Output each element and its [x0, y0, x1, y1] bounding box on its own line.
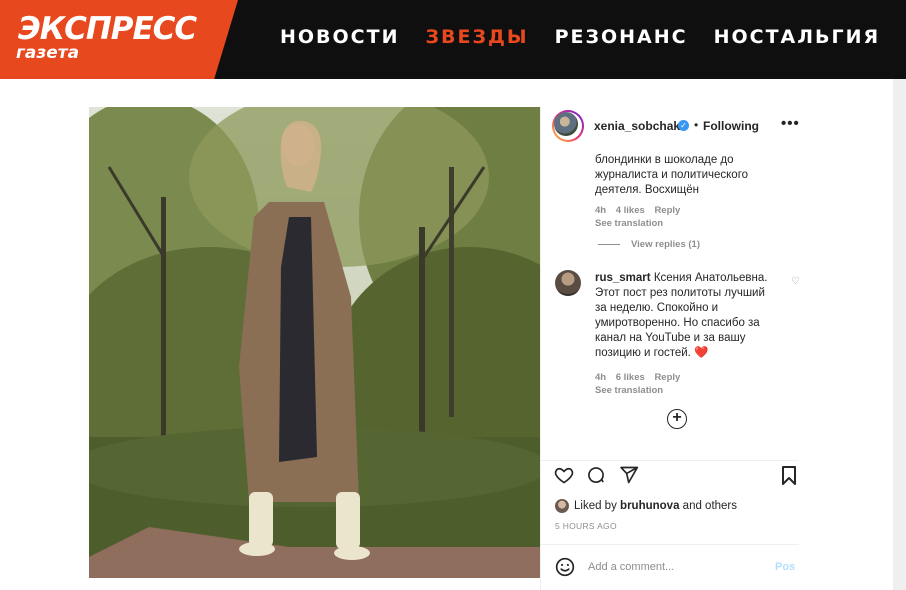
site-header: ЭКСПРЕСС газета НОВОСТИ ЗВЕЗДЫ РЕЗОНАНС …: [0, 0, 906, 79]
post-photo-illustration: [89, 107, 540, 578]
comment-meta: 4h 6 likes Reply: [595, 372, 687, 383]
nav-item-news[interactable]: НОВОСТИ: [280, 28, 400, 47]
heart-emoji-icon: ❤️: [694, 347, 709, 359]
post-timestamp[interactable]: 5 HOURS AGO: [555, 521, 617, 531]
commenter-username[interactable]: rus_smart: [595, 272, 651, 284]
avatar-image: [554, 112, 578, 136]
instagram-embed: xenia_sobchak ✓ • Following ••• блондинк…: [89, 107, 799, 590]
following-button[interactable]: Following: [703, 119, 759, 133]
comment-icon[interactable]: [586, 465, 606, 490]
divider: [541, 544, 799, 545]
replies-divider: [598, 244, 620, 245]
comment-like-icon[interactable]: ♡: [791, 276, 799, 287]
divider: [541, 460, 799, 461]
post-sidebar: xenia_sobchak ✓ • Following ••• блондинк…: [540, 107, 799, 590]
post-photo[interactable]: [89, 107, 540, 578]
commenter-avatar[interactable]: [555, 270, 581, 296]
verified-badge-icon: ✓: [678, 120, 689, 131]
liked-by-text: Liked by bruhunova and others: [574, 500, 738, 512]
more-options-icon[interactable]: •••: [781, 115, 800, 132]
comment-meta: 4h 4 likes Reply: [595, 205, 687, 216]
reply-button[interactable]: Reply: [654, 205, 680, 216]
logo-sub-text: газета: [16, 43, 80, 63]
see-translation-link[interactable]: See translation: [595, 385, 663, 396]
comment-time: 4h: [595, 205, 607, 216]
post-actions: [541, 463, 799, 493]
nav-item-resonance[interactable]: РЕЗОНАНС: [555, 28, 688, 47]
comment-time: 4h: [595, 372, 607, 383]
see-translation-link[interactable]: See translation: [595, 218, 663, 229]
site-logo[interactable]: ЭКСПРЕСС газета: [0, 0, 238, 79]
load-more-comments-button[interactable]: +: [667, 409, 687, 429]
page-scroll-gutter: [893, 79, 906, 590]
main-nav: НОВОСТИ ЗВЕЗДЫ РЕЗОНАНС НОСТАЛЬГИЯ ОБ: [280, 28, 906, 47]
post-header: xenia_sobchak ✓ • Following •••: [541, 107, 799, 147]
comment-likes[interactable]: 6 likes: [616, 372, 645, 383]
like-icon[interactable]: [554, 465, 574, 490]
save-icon[interactable]: [781, 466, 797, 490]
view-replies-button[interactable]: View replies (1): [631, 239, 700, 250]
comment-text: блондинки в шоколаде до журналиста и пол…: [595, 154, 749, 196]
avatar[interactable]: [552, 110, 584, 142]
header-separator: •: [694, 118, 699, 132]
liked-by-avatar[interactable]: [555, 499, 569, 513]
comment-text: rus_smart Ксения Анатольевна. Этот пост …: [595, 272, 768, 359]
comment-likes[interactable]: 4 likes: [616, 205, 645, 216]
username-link[interactable]: xenia_sobchak: [594, 119, 680, 133]
emoji-icon[interactable]: [555, 557, 575, 582]
post-comment-button[interactable]: Pos: [775, 561, 795, 573]
add-comment-input[interactable]: Add a comment...: [588, 561, 674, 573]
reply-button[interactable]: Reply: [654, 372, 680, 383]
liked-by-username[interactable]: bruhunova: [620, 500, 679, 512]
logo-main-text: ЭКСПРЕСС: [18, 11, 197, 47]
share-icon[interactable]: [619, 465, 639, 490]
nav-item-nostalgia[interactable]: НОСТАЛЬГИЯ: [714, 28, 881, 47]
nav-item-stars[interactable]: ЗВЕЗДЫ: [426, 28, 529, 47]
